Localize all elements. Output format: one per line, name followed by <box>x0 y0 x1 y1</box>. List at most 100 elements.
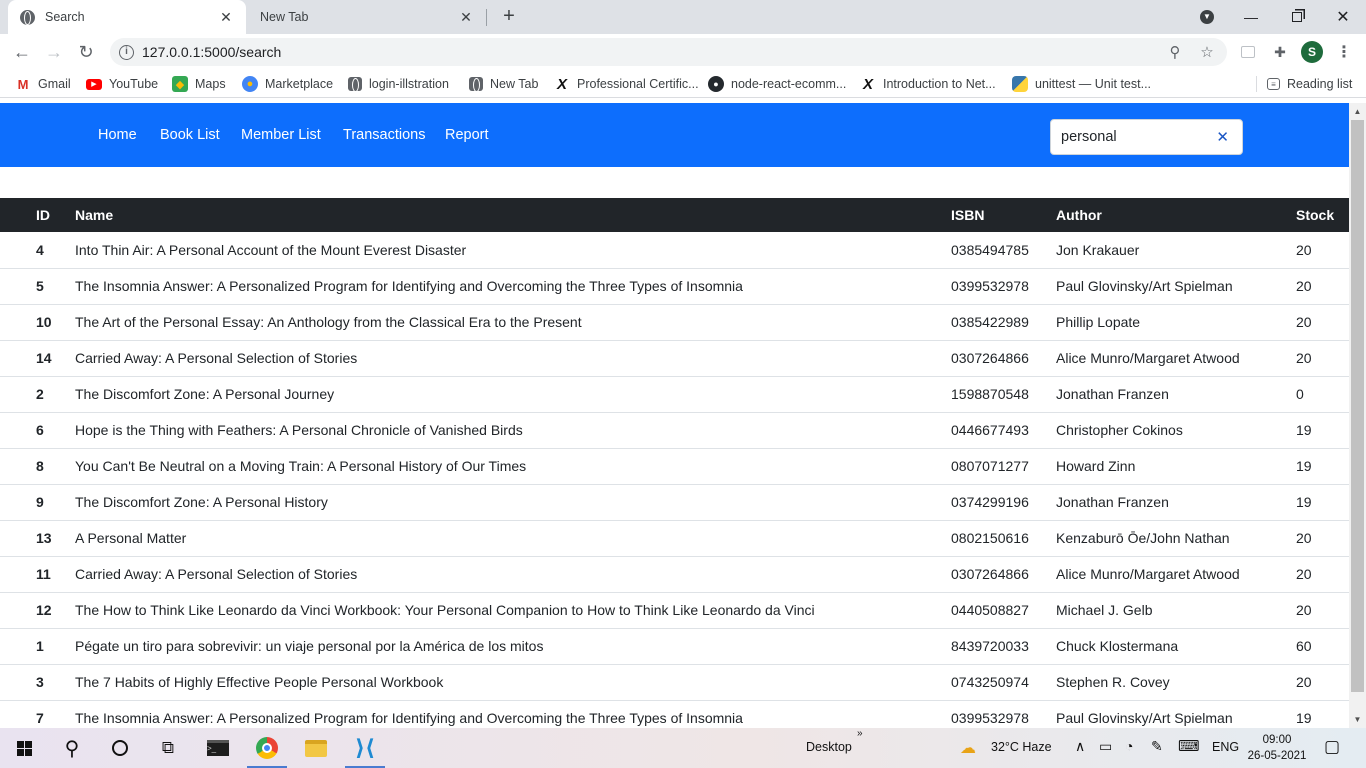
language-indicator[interactable]: ENG <box>1212 740 1239 754</box>
tab-search[interactable]: Search ✕ <box>8 0 246 34</box>
chevron-double-icon[interactable]: » <box>857 728 863 739</box>
table-row: 4 Into Thin Air: A Personal Account of t… <box>0 232 1349 268</box>
scroll-down-arrow[interactable]: ▼ <box>1349 711 1366 728</box>
close-icon[interactable]: ✕ <box>218 9 234 26</box>
taskbar-file-explorer[interactable] <box>292 728 340 768</box>
bookmarks-bar: M Gmail ▶ YouTube ◆ Maps ● Marketplace login… <box>0 70 1366 98</box>
battery-icon[interactable]: ▭ <box>1099 738 1112 755</box>
puzzle-icon[interactable]: ✚ <box>1270 42 1290 62</box>
extension-icon[interactable] <box>1238 42 1258 62</box>
cell-id: 1 <box>36 638 44 654</box>
star-icon[interactable]: ☆ <box>1195 43 1219 61</box>
pen-icon[interactable]: ✎ <box>1151 738 1163 755</box>
cell-isbn: 0385422989 <box>951 314 1029 330</box>
cell-name: Carried Away: A Personal Selection of St… <box>75 566 358 582</box>
tab-title: Search <box>45 10 85 24</box>
table-row: 6 Hope is the Thing with Feathers: A Per… <box>0 412 1349 448</box>
reload-button[interactable]: ↻ <box>74 40 98 64</box>
page-scrollbar[interactable]: ▲ ▼ <box>1349 103 1366 728</box>
weather-icon: ☁ <box>960 740 976 757</box>
reading-list-button[interactable]: ≡ Reading list <box>1267 75 1352 93</box>
cell-isbn: 0440508827 <box>951 602 1029 618</box>
notifications-icon[interactable]: ▢ <box>1324 737 1340 757</box>
nav-link-home[interactable]: Home <box>98 127 137 143</box>
keyboard-icon[interactable]: ⌨ <box>1178 737 1200 755</box>
task-view-button[interactable]: ⧉ <box>144 728 192 768</box>
bookmark-maps[interactable]: ◆ Maps <box>172 75 226 93</box>
zoom-icon[interactable]: ⚲ <box>1163 43 1187 61</box>
clear-search-icon[interactable]: ✕ <box>1216 128 1229 146</box>
cell-author: Kenzaburō Ōe/John Nathan <box>1056 530 1230 546</box>
table-row: 14 Carried Away: A Personal Selection of… <box>0 340 1349 376</box>
cell-stock: 19 <box>1296 458 1312 474</box>
bookmark-marketplace[interactable]: ● Marketplace <box>242 75 333 93</box>
cell-name: Carried Away: A Personal Selection of St… <box>75 350 358 366</box>
cortana-button[interactable] <box>96 728 144 768</box>
table-row: 1 Pégate un tiro para sobrevivir: un via… <box>0 628 1349 664</box>
cell-author: Alice Munro/Margaret Atwood <box>1056 350 1240 366</box>
search-button[interactable]: ⚲ <box>48 728 96 768</box>
scroll-thumb[interactable] <box>1351 120 1364 692</box>
taskbar-terminal[interactable]: >_ <box>194 728 242 768</box>
cell-author: Stephen R. Covey <box>1056 674 1170 690</box>
search-input[interactable] <box>1061 129 1211 145</box>
bookmark-gmail[interactable]: M Gmail <box>15 75 71 93</box>
cell-name: The Insomnia Answer: A Personalized Prog… <box>75 278 743 294</box>
weather-text[interactable]: 32°C Haze <box>991 740 1052 754</box>
clock-date: 26-05-2021 <box>1247 750 1307 762</box>
nav-link-transactions[interactable]: Transactions <box>343 127 425 143</box>
avatar[interactable]: S <box>1301 41 1323 63</box>
system-clock[interactable]: 09:00 26-05-2021 <box>1247 732 1307 764</box>
cell-isbn: 0399532978 <box>951 278 1029 294</box>
close-icon[interactable]: ✕ <box>458 9 474 26</box>
column-header-name: Name <box>75 207 114 223</box>
tab-new-tab[interactable]: New Tab ✕ <box>246 0 486 34</box>
nav-link-member-list[interactable]: Member List <box>241 127 321 143</box>
url-text[interactable]: 127.0.0.1:5000/search <box>142 44 1163 60</box>
restore-button[interactable] <box>1274 0 1320 34</box>
cell-id: 12 <box>36 602 52 618</box>
column-header-author: Author <box>1056 207 1102 223</box>
table-row: 2 The Discomfort Zone: A Personal Journe… <box>0 376 1349 412</box>
cell-stock: 20 <box>1296 314 1312 330</box>
cell-stock: 20 <box>1296 350 1312 366</box>
bookmark-introduction-to-net[interactable]: X Introduction to Net... <box>860 75 996 93</box>
cell-stock: 60 <box>1296 638 1312 654</box>
start-button[interactable] <box>0 728 48 768</box>
nav-link-report[interactable]: Report <box>445 127 489 143</box>
bookmark-node-react-ecommerce[interactable]: ● node-react-ecomm... <box>708 75 846 93</box>
cell-isbn: 0802150616 <box>951 530 1029 546</box>
search-results-table: ID Name ISBN Author Stock 4 Into Thin Ai… <box>0 198 1349 737</box>
new-tab-button[interactable]: + <box>498 5 520 27</box>
x-logo-icon: X <box>862 75 873 93</box>
table-row: 3 The 7 Habits of Highly Effective Peopl… <box>0 664 1349 700</box>
cell-id: 2 <box>36 386 44 402</box>
taskbar-chrome[interactable] <box>243 728 291 768</box>
cell-name: The How to Think Like Leonardo da Vinci … <box>75 602 815 618</box>
address-bar[interactable]: i 127.0.0.1:5000/search ⚲ ☆ <box>110 38 1227 66</box>
cell-author: Jonathan Franzen <box>1056 386 1169 402</box>
minimize-button[interactable]: — <box>1228 0 1274 34</box>
close-window-button[interactable]: ✕ <box>1320 0 1366 34</box>
cell-id: 3 <box>36 674 44 690</box>
chevron-down-icon: ▼ <box>1200 10 1214 24</box>
bookmark-new-tab[interactable]: New Tab <box>469 75 538 93</box>
back-button[interactable]: ← <box>10 40 34 64</box>
chevron-up-icon[interactable]: ∧ <box>1075 738 1085 755</box>
tab-separator <box>486 9 487 26</box>
bookmark-login-illstration[interactable]: login-illstration <box>348 75 449 93</box>
forward-button[interactable]: → <box>42 40 66 64</box>
kebab-menu-icon[interactable]: ⋮ <box>1334 42 1354 62</box>
table-row: 10 The Art of the Personal Essay: An Ant… <box>0 304 1349 340</box>
bookmark-unittest[interactable]: unittest — Unit test... <box>1012 75 1151 93</box>
nav-link-book-list[interactable]: Book List <box>160 127 220 143</box>
info-icon[interactable]: i <box>119 44 134 60</box>
bookmark-professional-certificate[interactable]: X Professional Certific... <box>554 75 699 93</box>
scroll-up-arrow[interactable]: ▲ <box>1349 103 1366 120</box>
taskbar-vscode[interactable]: ⟩⟨ <box>341 728 389 768</box>
wifi-icon[interactable]: ◔ <box>1125 738 1133 754</box>
search-icon: ⚲ <box>64 737 80 760</box>
desktop-toolbar-label[interactable]: Desktop <box>806 740 852 754</box>
tab-search-menu-button[interactable]: ▼ <box>1184 0 1230 34</box>
bookmark-youtube[interactable]: ▶ YouTube <box>86 75 158 93</box>
